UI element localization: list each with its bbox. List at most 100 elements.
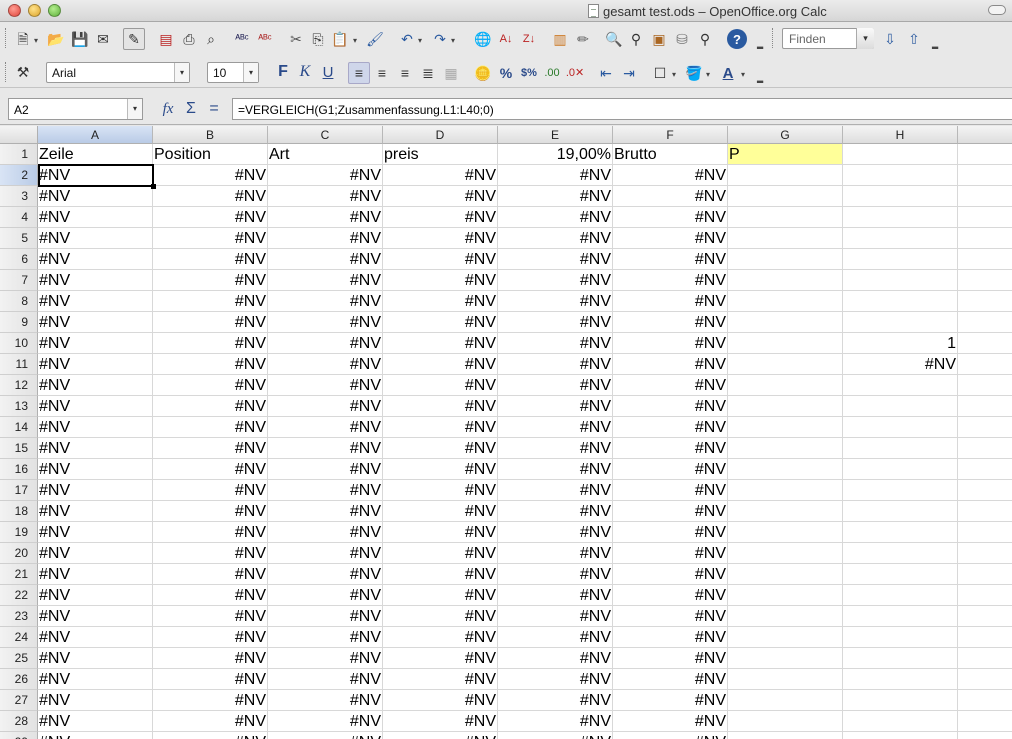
borders-icon[interactable]: ☐ <box>651 64 669 82</box>
cell-d3[interactable]: #NV <box>383 186 498 207</box>
cell-b10[interactable]: #NV <box>153 333 268 354</box>
cell-a14[interactable]: #NV <box>38 417 153 438</box>
cell-c3[interactable]: #NV <box>268 186 383 207</box>
find-toolbar-overflow-icon[interactable]: ▂ <box>932 40 938 49</box>
cell-a27[interactable]: #NV <box>38 690 153 711</box>
cell-g24[interactable] <box>728 627 843 648</box>
cell-f28[interactable]: #NV <box>613 711 728 732</box>
cell-c28[interactable]: #NV <box>268 711 383 732</box>
cell-h19[interactable] <box>843 522 958 543</box>
cell-d22[interactable]: #NV <box>383 585 498 606</box>
cell-c6[interactable]: #NV <box>268 249 383 270</box>
cell-f24[interactable]: #NV <box>613 627 728 648</box>
cell-g20[interactable] <box>728 543 843 564</box>
cell-e13[interactable]: #NV <box>498 396 613 417</box>
cell-g26[interactable] <box>728 669 843 690</box>
cell-c2[interactable]: #NV <box>268 165 383 186</box>
cell-a19[interactable]: #NV <box>38 522 153 543</box>
cell-e21[interactable]: #NV <box>498 564 613 585</box>
cell-b1[interactable]: Position <box>153 144 268 165</box>
name-box[interactable]: A2 ▾ <box>8 98 143 120</box>
cell-d14[interactable]: #NV <box>383 417 498 438</box>
cell-a9[interactable]: #NV <box>38 312 153 333</box>
cell-b11[interactable]: #NV <box>153 354 268 375</box>
styles-formatting-icon[interactable]: ⚒ <box>14 63 32 81</box>
function-wizard-icon[interactable]: fx <box>159 100 177 118</box>
cell-a10[interactable]: #NV <box>38 333 153 354</box>
cell-f13[interactable]: #NV <box>613 396 728 417</box>
cell-h11[interactable]: #NV <box>843 354 958 375</box>
cell-d8[interactable]: #NV <box>383 291 498 312</box>
cell-g25[interactable] <box>728 648 843 669</box>
cell-e3[interactable]: #NV <box>498 186 613 207</box>
cell-g7[interactable] <box>728 270 843 291</box>
cell-a7[interactable]: #NV <box>38 270 153 291</box>
copy-icon[interactable]: ⎘ <box>309 30 327 48</box>
cell-g10[interactable] <box>728 333 843 354</box>
column-header-a[interactable]: A <box>38 126 153 144</box>
row-header[interactable]: 17 <box>0 480 38 501</box>
row-header[interactable]: 23 <box>0 606 38 627</box>
cell-h29[interactable] <box>843 732 958 739</box>
justify-icon[interactable]: ≣ <box>419 64 437 82</box>
minimize-window-button[interactable] <box>28 4 41 17</box>
cell-c27[interactable]: #NV <box>268 690 383 711</box>
row-header[interactable]: 16 <box>0 459 38 480</box>
cell-c15[interactable]: #NV <box>268 438 383 459</box>
font-name-dropdown-icon[interactable]: ▾ <box>174 63 189 82</box>
cell-d16[interactable]: #NV <box>383 459 498 480</box>
row-header[interactable]: 29 <box>0 732 38 739</box>
cell-f4[interactable]: #NV <box>613 207 728 228</box>
cell-g13[interactable] <box>728 396 843 417</box>
cell-d20[interactable]: #NV <box>383 543 498 564</box>
cell-e29[interactable]: #NV <box>498 732 613 739</box>
cell-g5[interactable] <box>728 228 843 249</box>
cell-d23[interactable]: #NV <box>383 606 498 627</box>
standard-format-icon[interactable]: $% <box>520 64 538 82</box>
cell-d25[interactable]: #NV <box>383 648 498 669</box>
cell-g29[interactable] <box>728 732 843 739</box>
cell-a22[interactable]: #NV <box>38 585 153 606</box>
cell-h23[interactable] <box>843 606 958 627</box>
cell-c26[interactable]: #NV <box>268 669 383 690</box>
font-color-icon[interactable]: A <box>719 64 737 82</box>
cell-d19[interactable]: #NV <box>383 522 498 543</box>
close-window-button[interactable] <box>8 4 21 17</box>
cell-d7[interactable]: #NV <box>383 270 498 291</box>
row-header[interactable]: 21 <box>0 564 38 585</box>
cell-b8[interactable]: #NV <box>153 291 268 312</box>
cell-b20[interactable]: #NV <box>153 543 268 564</box>
cell-d4[interactable]: #NV <box>383 207 498 228</box>
cell-c24[interactable]: #NV <box>268 627 383 648</box>
row-header[interactable]: 3 <box>0 186 38 207</box>
name-box-dropdown-icon[interactable]: ▾ <box>127 99 142 119</box>
cell-h14[interactable] <box>843 417 958 438</box>
cell-d27[interactable]: #NV <box>383 690 498 711</box>
edit-file-icon[interactable]: ✎ <box>123 28 145 50</box>
cell-d13[interactable]: #NV <box>383 396 498 417</box>
cell-f17[interactable]: #NV <box>613 480 728 501</box>
cell-e6[interactable]: #NV <box>498 249 613 270</box>
cell-a5[interactable]: #NV <box>38 228 153 249</box>
cell-a26[interactable]: #NV <box>38 669 153 690</box>
cell-h12[interactable] <box>843 375 958 396</box>
cell-g23[interactable] <box>728 606 843 627</box>
currency-format-icon[interactable]: 🪙 <box>474 64 492 82</box>
cell-g6[interactable] <box>728 249 843 270</box>
cell-b28[interactable]: #NV <box>153 711 268 732</box>
cell-e22[interactable]: #NV <box>498 585 613 606</box>
cell-d24[interactable]: #NV <box>383 627 498 648</box>
cell-g16[interactable] <box>728 459 843 480</box>
cell-a6[interactable]: #NV <box>38 249 153 270</box>
cell-e2[interactable]: #NV <box>498 165 613 186</box>
cell-b21[interactable]: #NV <box>153 564 268 585</box>
cell-b13[interactable]: #NV <box>153 396 268 417</box>
cell-h1[interactable] <box>843 144 958 165</box>
toolbar-grip[interactable] <box>5 28 8 48</box>
new-document-icon[interactable]: 🗎 <box>14 30 32 48</box>
cell-b3[interactable]: #NV <box>153 186 268 207</box>
cell-h25[interactable] <box>843 648 958 669</box>
cell-e4[interactable]: #NV <box>498 207 613 228</box>
show-draw-functions-icon[interactable]: ✏ <box>574 30 592 48</box>
row-header[interactable]: 12 <box>0 375 38 396</box>
